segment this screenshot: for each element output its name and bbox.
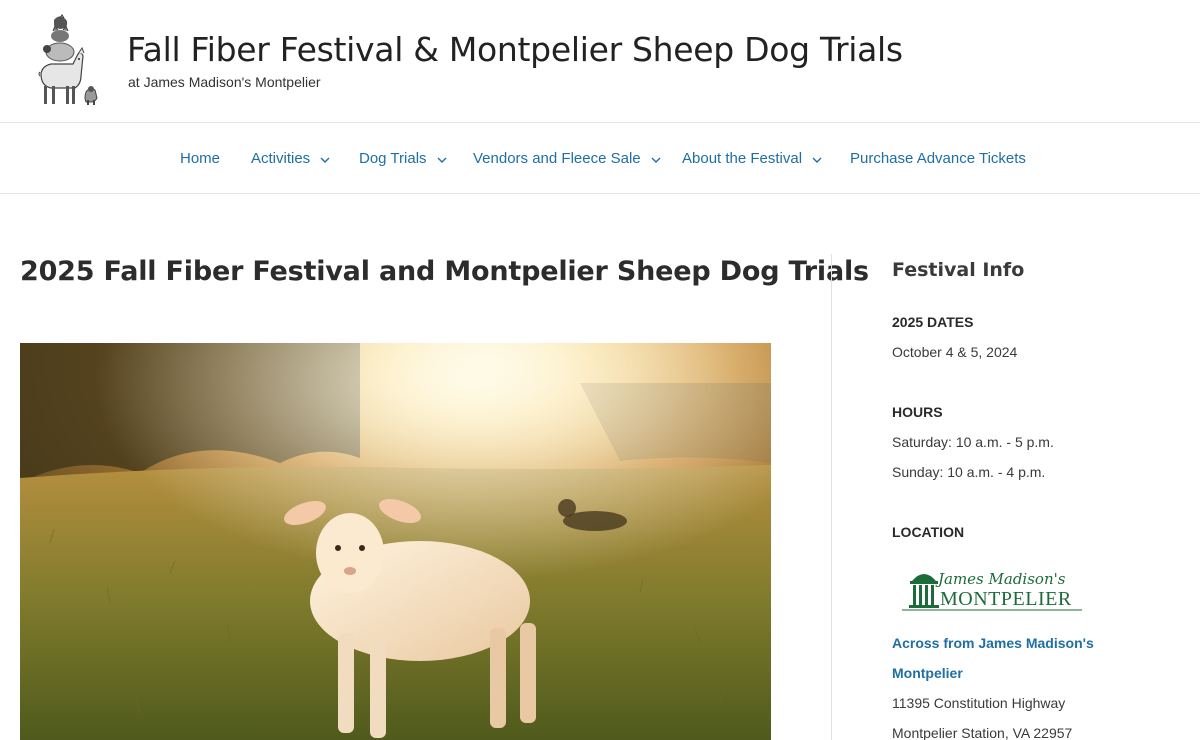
nav-item-label: About the Festival xyxy=(682,150,803,167)
hours-saturday: Saturday: 10 a.m. - 5 p.m. xyxy=(892,434,1054,450)
location-link-line2[interactable]: Montpelier xyxy=(892,665,963,681)
site-header: Fall Fiber Festival & Montpelier Sheep D… xyxy=(0,0,1200,123)
logo-script-text: James Madison's xyxy=(935,570,1066,588)
nav-item-dog-trials[interactable]: Dog Trials xyxy=(359,150,448,167)
main-navigation: Home Activities Dog Trials Vendors and F… xyxy=(0,123,1200,194)
lamb-in-sunlit-field-photo xyxy=(20,343,771,740)
nav-item-label: Dog Trials xyxy=(359,150,427,167)
logo-caps-text: MONTPELIER xyxy=(940,588,1072,610)
chevron-down-icon[interactable] xyxy=(650,153,662,165)
site-tagline: at James Madison's Montpelier xyxy=(128,74,321,90)
nav-item-vendors[interactable]: Vendors and Fleece Sale xyxy=(473,150,662,167)
site-title[interactable]: Fall Fiber Festival & Montpelier Sheep D… xyxy=(127,30,903,69)
nav-item-label: Home xyxy=(180,150,221,167)
address-line-1: 11395 Constitution Highway xyxy=(892,695,1066,711)
nav-item-purchase-tickets[interactable]: Purchase Advance Tickets xyxy=(850,150,1026,167)
nav-item-activities[interactable]: Activities xyxy=(251,150,331,167)
location-heading: LOCATION xyxy=(892,524,965,540)
page-title: 2025 Fall Fiber Festival and Montpelier … xyxy=(20,256,869,287)
sidebar-divider xyxy=(831,254,832,740)
address-line-2: Montpelier Station, VA 22957 xyxy=(892,725,1073,740)
chevron-down-icon[interactable] xyxy=(436,153,448,165)
location-link[interactable]: Across from James Madison's xyxy=(892,635,1094,651)
dates-value: October 4 & 5, 2024 xyxy=(892,344,1018,360)
nav-item-label: Activities xyxy=(251,150,311,167)
chevron-down-icon[interactable] xyxy=(319,153,331,165)
stacked-animals-logo-icon[interactable] xyxy=(30,14,100,106)
montpelier-logo[interactable]: James Madison's MONTPELIER xyxy=(892,551,1090,615)
hours-sunday: Sunday: 10 a.m. - 4 p.m. xyxy=(892,464,1046,480)
widget-title: Festival Info xyxy=(892,259,1025,281)
nav-item-label: Vendors and Fleece Sale xyxy=(473,150,641,167)
nav-item-label: Purchase Advance Tickets xyxy=(850,150,1026,167)
hours-heading: HOURS xyxy=(892,404,943,420)
nav-item-about[interactable]: About the Festival xyxy=(682,150,823,167)
nav-item-home[interactable]: Home xyxy=(180,150,220,167)
chevron-down-icon[interactable] xyxy=(811,153,823,165)
dates-heading: 2025 DATES xyxy=(892,314,974,330)
